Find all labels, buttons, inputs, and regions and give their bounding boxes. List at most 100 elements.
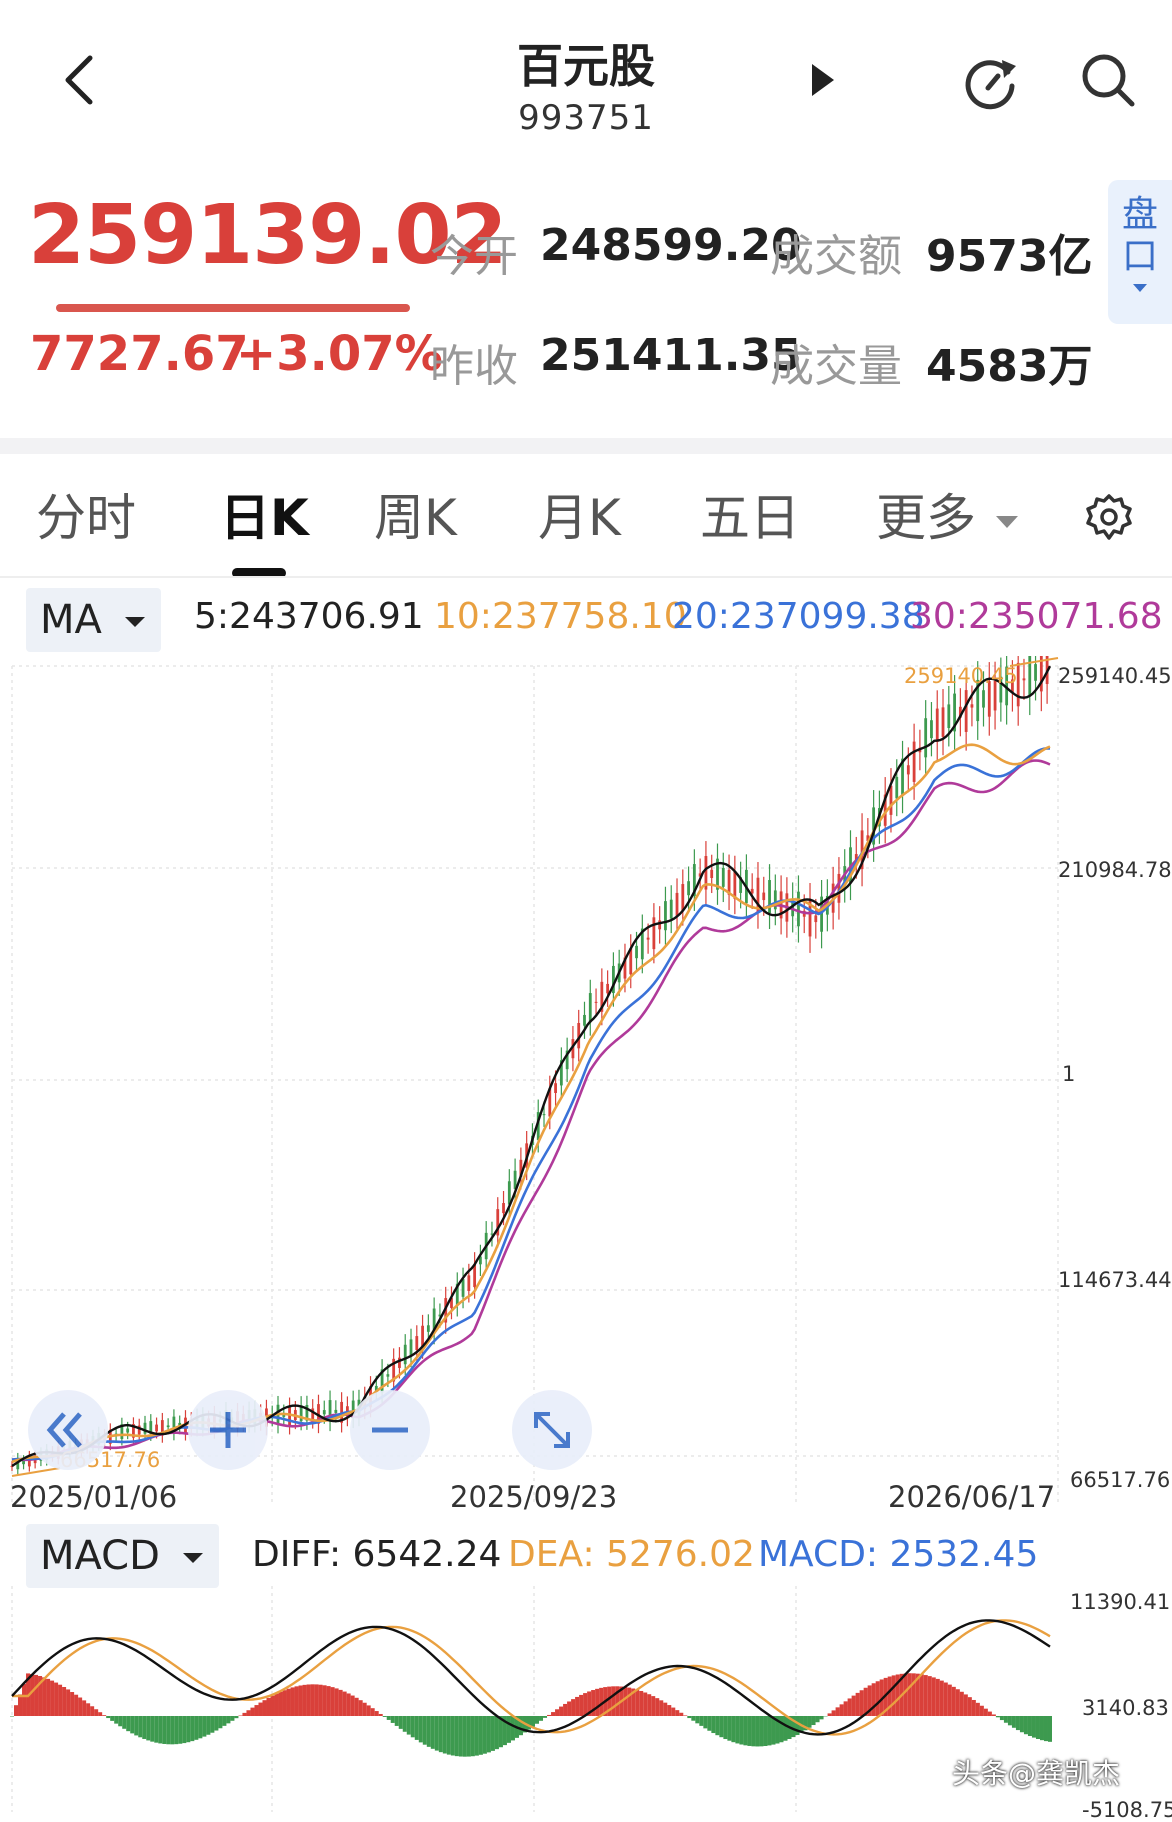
macd-bar xyxy=(928,1676,932,1716)
macd-bar xyxy=(355,1698,359,1716)
section-separator xyxy=(0,438,1172,454)
macd-bar xyxy=(451,1716,455,1755)
macd-bar xyxy=(178,1716,182,1744)
macd-bar xyxy=(138,1716,142,1737)
candle-body xyxy=(936,709,939,742)
macd-bar xyxy=(559,1707,563,1716)
macd-bar xyxy=(695,1716,699,1723)
refresh-button[interactable] xyxy=(958,50,1022,114)
macd-bar xyxy=(487,1716,491,1752)
macd-bar xyxy=(876,1681,880,1716)
next-stock-button[interactable] xyxy=(808,60,838,100)
tab-more[interactable]: 更多 xyxy=(876,478,1022,550)
macd-bar xyxy=(820,1716,824,1719)
macd-bar xyxy=(170,1716,174,1744)
candle-body xyxy=(895,777,898,799)
macd-bar xyxy=(495,1716,499,1749)
macd-bar xyxy=(455,1716,459,1756)
macd-grid xyxy=(12,1586,796,1812)
kline-chart[interactable] xyxy=(0,656,1172,1516)
macd-bar xyxy=(142,1716,146,1739)
macd-bar xyxy=(932,1677,936,1716)
macd-axis-top: 11390.41 xyxy=(1070,1590,1170,1614)
macd-bar xyxy=(783,1716,787,1741)
macd-dea-value: DEA: 5276.02 xyxy=(508,1534,755,1575)
macd-bar xyxy=(206,1716,210,1735)
macd-bar xyxy=(711,1716,715,1733)
ma10-line xyxy=(12,745,1050,1462)
tab-weekly-k[interactable]: 周K xyxy=(374,478,457,550)
gear-icon xyxy=(1084,492,1134,542)
macd-bar xyxy=(299,1685,303,1716)
macd-bar xyxy=(595,1689,599,1716)
macd-bar xyxy=(1028,1716,1032,1736)
price-change: 7727.67 xyxy=(30,326,249,382)
macd-bar xyxy=(371,1708,375,1716)
macd-bar xyxy=(763,1716,767,1746)
ma-selector[interactable]: MA xyxy=(26,588,161,652)
candle-body xyxy=(762,893,765,900)
tab-fenshi[interactable]: 分时 xyxy=(36,478,136,550)
ma5-line xyxy=(12,666,1050,1466)
tab-monthly-k[interactable]: 月K xyxy=(538,478,621,550)
zoom-in-button[interactable] xyxy=(188,1390,268,1470)
macd-bar xyxy=(331,1687,335,1716)
macd-bar xyxy=(860,1690,864,1716)
macd-bar xyxy=(14,1705,18,1716)
macd-bar xyxy=(1012,1716,1016,1728)
search-button[interactable] xyxy=(1078,50,1138,110)
macd-bar xyxy=(892,1675,896,1716)
macd-bar xyxy=(960,1692,964,1716)
tab-daily-k[interactable]: 日K xyxy=(220,478,309,550)
macd-bar xyxy=(808,1716,812,1728)
candle-body xyxy=(687,881,690,895)
macd-bar xyxy=(1048,1716,1052,1742)
settings-button[interactable] xyxy=(1084,492,1134,554)
scroll-left-button[interactable] xyxy=(28,1390,108,1470)
macd-bar xyxy=(311,1684,315,1716)
macd-bar xyxy=(483,1716,487,1754)
macd-bar xyxy=(327,1686,331,1716)
zoom-out-button[interactable] xyxy=(350,1390,430,1470)
macd-bar xyxy=(547,1715,551,1716)
macd-bar xyxy=(30,1674,34,1716)
macd-bar xyxy=(190,1716,194,1741)
macd-bar xyxy=(126,1716,130,1731)
macd-bar xyxy=(976,1703,980,1716)
macd-bar xyxy=(58,1685,62,1716)
macd-bar xyxy=(194,1716,198,1740)
candle-body xyxy=(404,1345,407,1364)
macd-bar xyxy=(707,1716,711,1731)
macd-bar xyxy=(254,1705,258,1716)
candle-body xyxy=(167,1425,170,1427)
prev-close-value: 251411.35 xyxy=(540,330,802,381)
macd-bar xyxy=(122,1716,126,1729)
candle-body xyxy=(930,720,933,738)
macd-bar xyxy=(130,1716,134,1733)
macd-macd-value: MACD: 2532.45 xyxy=(758,1534,1038,1575)
date-label-start: 2025/01/06 xyxy=(10,1480,177,1514)
axis-label-2: 210984.78 xyxy=(1058,858,1172,882)
macd-bar xyxy=(551,1712,555,1716)
macd-bar xyxy=(363,1703,367,1716)
macd-bar xyxy=(519,1716,523,1735)
macd-bar xyxy=(980,1706,984,1716)
macd-selector[interactable]: MACD xyxy=(26,1524,219,1588)
macd-bar xyxy=(723,1716,727,1739)
macd-bar xyxy=(908,1673,912,1716)
macd-bar xyxy=(924,1675,928,1716)
pankou-tab[interactable]: 盘 口 xyxy=(1108,180,1172,324)
macd-bar xyxy=(511,1716,515,1740)
macd-bar xyxy=(856,1693,860,1716)
fullscreen-button[interactable] xyxy=(512,1390,592,1470)
tab-five-day[interactable]: 五日 xyxy=(700,478,800,550)
price-underline xyxy=(56,304,410,312)
macd-bar xyxy=(343,1692,347,1716)
macd-bar xyxy=(691,1716,695,1721)
candle-body xyxy=(913,742,916,782)
macd-bar xyxy=(840,1704,844,1716)
macd-bar xyxy=(988,1712,992,1716)
macd-bar xyxy=(266,1698,270,1716)
macd-bar xyxy=(1004,1716,1008,1723)
ma-chip-label: MA xyxy=(40,597,102,643)
